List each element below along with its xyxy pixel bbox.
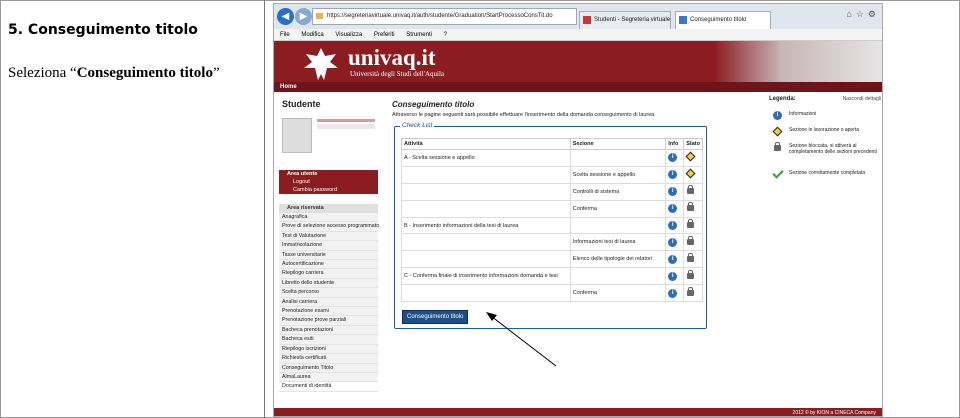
pointer-arrow-icon	[486, 312, 557, 367]
